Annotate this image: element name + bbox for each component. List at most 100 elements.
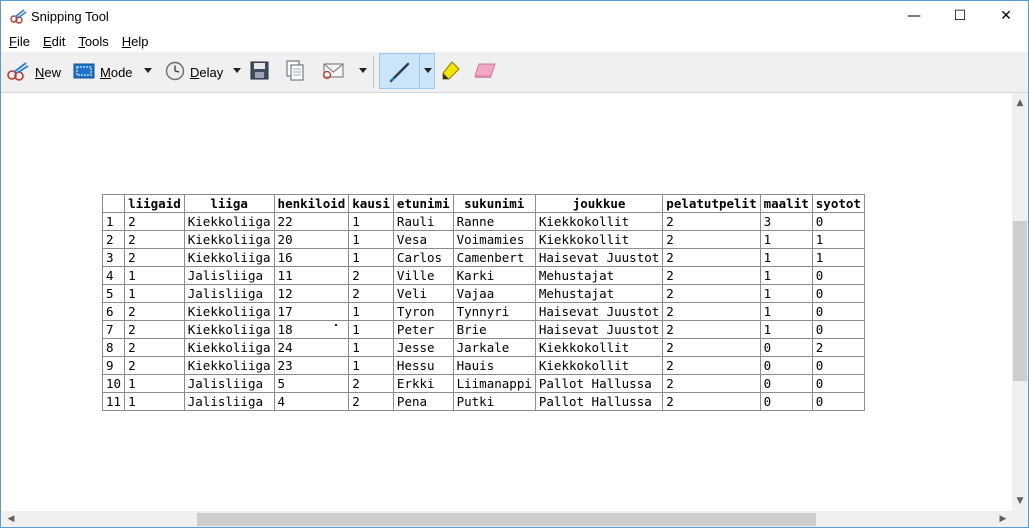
table-cell: 2 <box>662 284 761 303</box>
table-cell: 2 <box>662 320 761 339</box>
horizontal-scrollbar[interactable]: ◀ ▶ <box>1 511 1012 527</box>
table-cell: 0 <box>759 392 813 411</box>
maximize-icon: ☐ <box>953 8 967 24</box>
table-cell: 1 <box>759 266 813 285</box>
table-cell: 2 <box>124 230 185 249</box>
table-cell: 11 <box>273 266 350 285</box>
menu-file[interactable]: File <box>9 34 30 49</box>
delay-dropdown-arrow[interactable] <box>233 68 241 73</box>
menu-help[interactable]: Help <box>122 34 149 49</box>
table-cell: 12 <box>273 284 350 303</box>
new-button-label: New <box>35 64 62 80</box>
table-cell: 2 <box>124 212 185 231</box>
highlighter-button[interactable] <box>439 52 461 92</box>
table-cell: 2 <box>124 248 185 267</box>
delay-button-label: Delay <box>190 64 224 80</box>
new-button[interactable]: New <box>6 52 61 92</box>
table-cell: 1 <box>348 212 394 231</box>
column-header: henkiloid <box>273 194 350 213</box>
vertical-scroll-thumb[interactable] <box>1013 221 1027 381</box>
horizontal-scroll-thumb[interactable] <box>197 513 816 526</box>
send-email-icon <box>321 61 345 84</box>
table-cell: 1 <box>124 284 185 303</box>
table-cell: 0 <box>811 392 865 411</box>
table-cell: Erkki <box>392 374 454 393</box>
table-cell: 1 <box>348 338 394 357</box>
vertical-scrollbar[interactable]: ▲ ▼ <box>1012 93 1028 511</box>
table-cell: Mehustajat <box>534 266 664 285</box>
scroll-down-arrow-icon[interactable]: ▼ <box>1012 493 1028 509</box>
table-cell: Tynnyri <box>452 302 536 321</box>
table-cell: Karki <box>452 266 536 285</box>
table-cell: Ranne <box>452 212 536 231</box>
table-cell: Kiekkoliiga <box>183 356 275 375</box>
menu-tools[interactable]: Tools <box>78 34 108 49</box>
scroll-left-arrow-icon[interactable]: ◀ <box>3 511 19 527</box>
mode-dropdown-arrow[interactable] <box>144 68 152 73</box>
table-cell: Tyron <box>392 302 454 321</box>
table-cell: Putki <box>452 392 536 411</box>
table-cell: Pallot Hallussa <box>534 374 664 393</box>
table-cell: 16 <box>273 248 350 267</box>
table-cell: Jalisliiga <box>183 284 275 303</box>
column-header: syotot <box>811 194 865 213</box>
column-header: liiga <box>183 194 275 213</box>
column-header: sukunimi <box>452 194 536 213</box>
table-cell: Jalisliiga <box>183 374 275 393</box>
clock-icon <box>165 61 185 84</box>
table-cell: Liimanappi <box>452 374 536 393</box>
delay-button[interactable]: Delay <box>165 52 223 92</box>
table-cell: 1 <box>348 248 394 267</box>
table-cell: 22 <box>273 212 350 231</box>
table-row: 10 1 Jalisliiga 5 2 Erkki Liimanappi Pallot Hal… <box>101 374 865 393</box>
table-cell: 18 <box>273 320 350 339</box>
scroll-right-arrow-icon[interactable]: ▶ <box>995 511 1011 527</box>
table-cell: Haisevat Juustot <box>534 320 664 339</box>
mode-button[interactable]: Mode <box>73 52 133 92</box>
send-snip-button[interactable] <box>321 52 345 92</box>
copy-button[interactable] <box>285 52 305 92</box>
mode-button-label: Mode <box>100 64 133 80</box>
table-header-row: liigaid liiga henkiloid kausi etunimi sukunim… <box>101 194 865 213</box>
table-cell: 2 <box>348 284 394 303</box>
query-result-table: liigaid liiga henkiloid kausi etunimi sukunim… <box>101 194 865 411</box>
table-cell: Peter <box>392 320 454 339</box>
maximize-button[interactable]: ☐ <box>937 1 983 31</box>
pen-dropdown-arrow[interactable] <box>424 68 432 73</box>
save-button[interactable] <box>250 52 269 92</box>
menu-edit[interactable]: Edit <box>43 34 65 49</box>
table-cell: Kiekkoliiga <box>183 338 275 357</box>
table-cell: Jesse <box>392 338 454 357</box>
table-cell: 1 <box>759 302 813 321</box>
save-icon <box>250 61 269 83</box>
table-cell: Ville <box>392 266 454 285</box>
table-cell: Kiekkokollit <box>534 212 664 231</box>
table-cell: 23 <box>273 356 350 375</box>
table-body: 1 2 Kiekkoliiga 22 1 Rauli Ranne Kiekkokollit 2 3… <box>101 212 865 411</box>
minimize-button[interactable]: — <box>891 1 937 31</box>
row-number-cell: 10 <box>101 374 126 393</box>
table-cell: 0 <box>811 374 865 393</box>
scroll-up-arrow-icon[interactable]: ▲ <box>1012 95 1028 111</box>
eraser-button[interactable] <box>473 52 497 92</box>
snip-canvas[interactable]: liigaid liiga henkiloid kausi etunimi sukunim… <box>1 93 1012 511</box>
close-button[interactable]: ✕ <box>983 1 1029 31</box>
pen-button[interactable] <box>379 53 435 89</box>
table-cell: Vesa <box>392 230 454 249</box>
table-cell: 1 <box>759 248 813 267</box>
row-number-cell: 4 <box>101 266 126 285</box>
table-cell: 2 <box>124 320 185 339</box>
send-dropdown-arrow[interactable] <box>359 68 367 73</box>
table-cell: 0 <box>811 212 865 231</box>
table-cell: 2 <box>662 302 761 321</box>
table-cell: 2 <box>348 392 394 411</box>
table-cell: Camenbert <box>452 248 536 267</box>
row-number-cell: 6 <box>101 302 126 321</box>
snipping-tool-app-icon <box>10 8 28 24</box>
column-header: joukkue <box>534 194 664 213</box>
toolbar: New Mode Delay <box>1 52 1028 93</box>
table-cell: 2 <box>811 338 865 357</box>
table-cell: 2 <box>662 356 761 375</box>
table-row: 3 2 Kiekkoliiga 16 1 Carlos Camenbert Haisevat … <box>101 248 865 267</box>
table-cell: Kiekkoliiga <box>183 230 275 249</box>
